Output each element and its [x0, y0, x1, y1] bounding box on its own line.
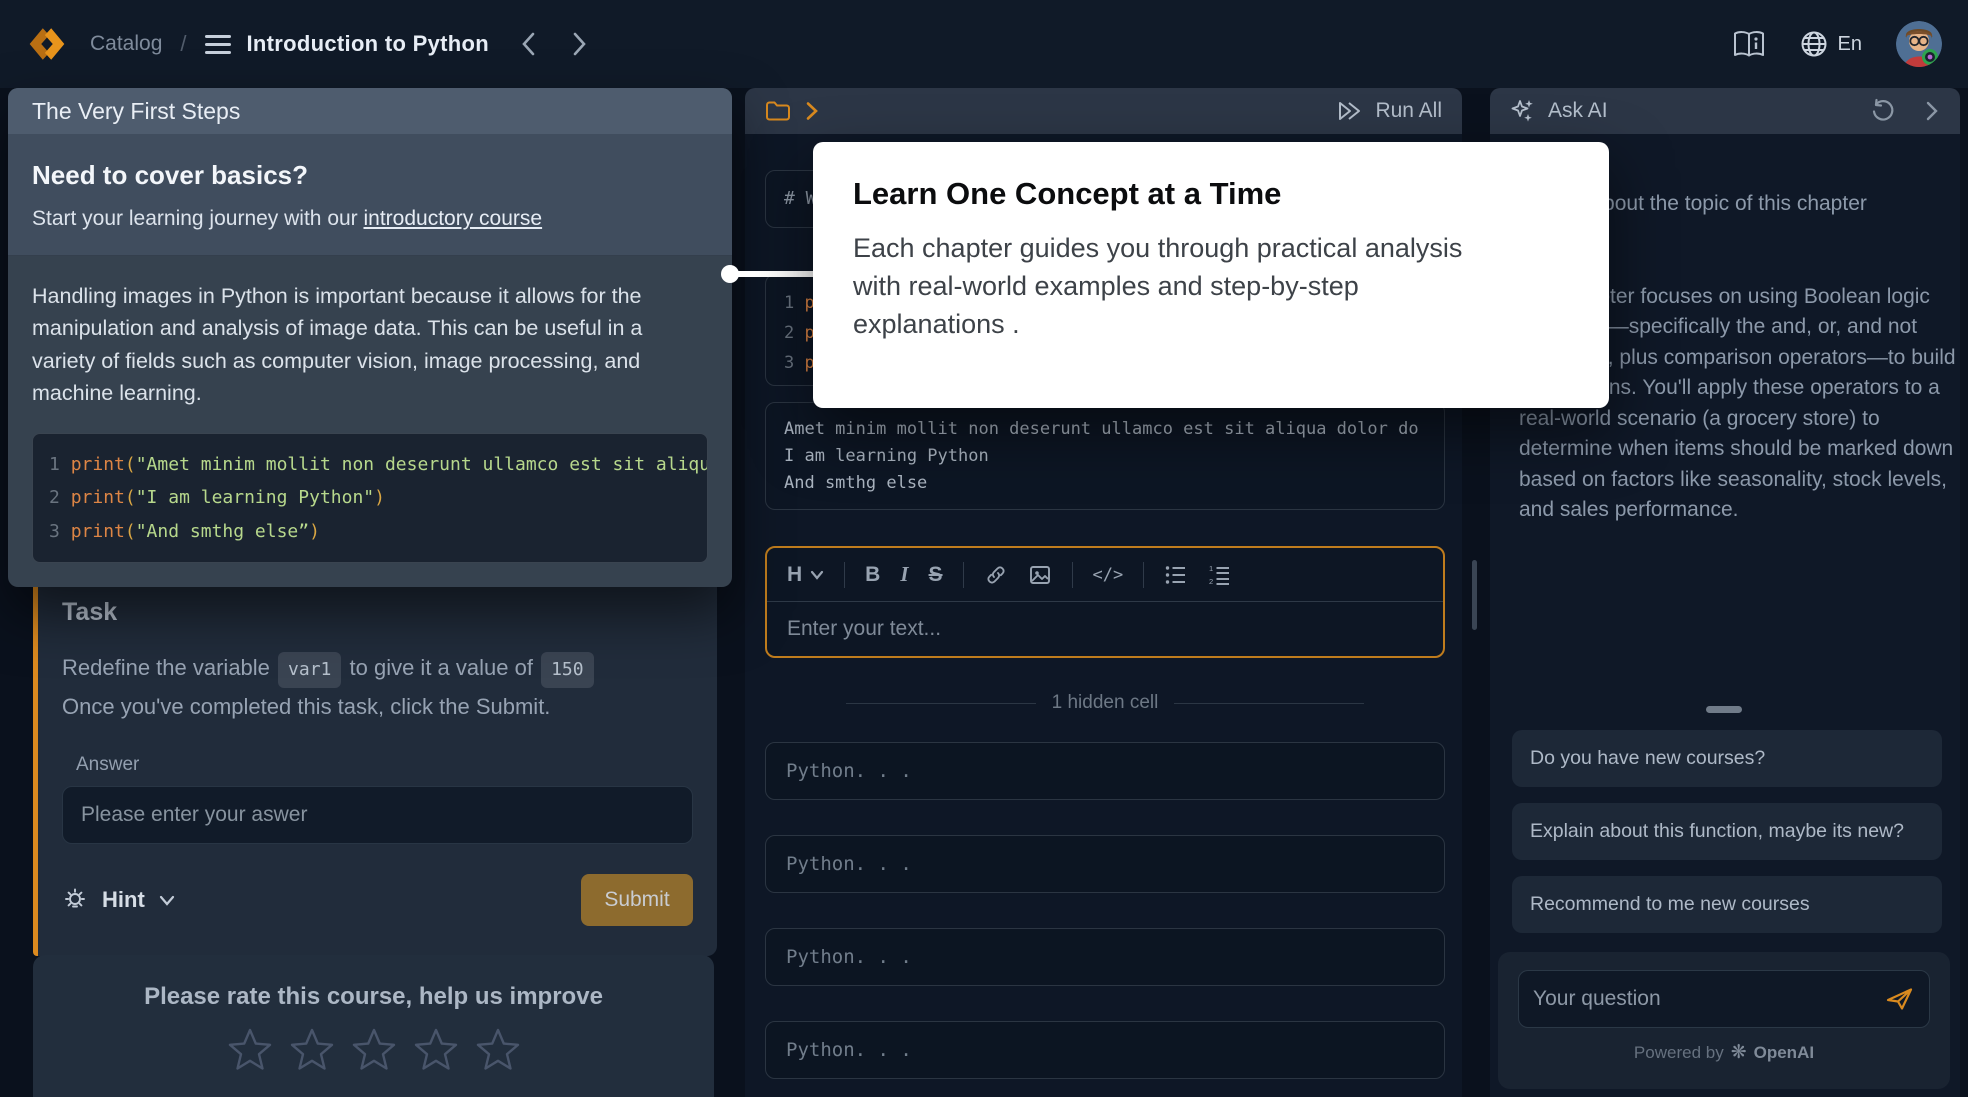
empty-python-cell[interactable]: Python. . . — [765, 742, 1445, 800]
avatar[interactable] — [1896, 21, 1942, 67]
output-line: And smthg else — [784, 470, 1426, 497]
ask-ai-header: Ask AI — [1490, 88, 1960, 134]
next-chapter-icon[interactable] — [569, 31, 589, 57]
svg-text:2: 2 — [1209, 577, 1213, 586]
rating-title: Please rate this course, help us improve — [33, 983, 714, 1011]
chapters-menu-icon[interactable] — [205, 35, 231, 54]
tooltip-connector-line — [728, 271, 816, 277]
star-icon[interactable] — [226, 1027, 274, 1073]
promo-banner: Need to cover basics? Start your learnin… — [8, 134, 732, 256]
task-card: Task Redefine the variable var1 to give … — [33, 572, 717, 956]
empty-python-cell[interactable]: Python. . . — [765, 928, 1445, 986]
introductory-course-link[interactable]: introductory course — [364, 207, 543, 230]
code-format-button[interactable]: </> — [1093, 565, 1124, 585]
text-editor: H B I S </> 12 — [765, 546, 1445, 658]
send-icon[interactable] — [1885, 986, 1915, 1012]
sparkles-icon — [1510, 98, 1536, 124]
suggestion-button[interactable]: Explain about this function, maybe its n… — [1512, 803, 1942, 860]
numbered-list-icon[interactable]: 12 — [1208, 564, 1232, 586]
run-all-label: Run All — [1375, 99, 1442, 123]
openai-label: OpenAI — [1754, 1043, 1814, 1063]
promo-text: Start your learning journey with our — [32, 207, 364, 230]
hint-label: Hint — [102, 887, 145, 913]
top-nav: Catalog / Introduction to Python — [0, 0, 1968, 88]
openai-logo-icon: ❋ — [1731, 1041, 1747, 1064]
submit-button[interactable]: Submit — [581, 874, 693, 926]
bold-button[interactable]: B — [865, 563, 880, 587]
empty-python-cell[interactable]: Python. . . — [765, 1021, 1445, 1079]
reset-chat-icon[interactable] — [1870, 98, 1896, 124]
editor-text-input[interactable] — [767, 602, 1443, 656]
star-icon[interactable] — [288, 1027, 336, 1073]
scrollbar[interactable] — [1472, 560, 1477, 630]
suggestion-button[interactable]: Do you have new courses? — [1512, 730, 1942, 787]
task-instruction: Redefine the variable var1 to give it a … — [62, 649, 693, 726]
chevron-down-icon — [159, 895, 175, 906]
strikethrough-button[interactable]: S — [929, 563, 943, 587]
app-screen: Catalog / Introduction to Python — [0, 0, 1968, 1097]
collapse-panel-icon[interactable] — [1924, 100, 1940, 122]
notebook-header: Run All — [745, 88, 1462, 134]
lightbulb-icon — [62, 887, 88, 913]
rating-card: Please rate this course, help us improve — [33, 955, 714, 1097]
empty-python-cell[interactable]: Python. . . — [765, 835, 1445, 893]
variable-chip: var1 — [278, 652, 341, 688]
popover-title: The Very First Steps — [8, 88, 732, 134]
tooltip-body: Each chapter guides you through practica… — [853, 230, 1473, 343]
lesson-paragraph: Handling images in Python is important b… — [32, 280, 708, 409]
course-title: Introduction to Python — [247, 31, 489, 57]
star-icon[interactable] — [350, 1027, 398, 1073]
output-line: Amet minim mollit non deserunt ullamco e… — [784, 416, 1426, 443]
drag-handle[interactable] — [1706, 706, 1742, 713]
heading-button[interactable]: H — [787, 563, 824, 587]
ai-input-footer: Powered by ❋ OpenAI — [1498, 952, 1950, 1089]
folder-icon[interactable] — [765, 100, 791, 122]
run-all-icon — [1337, 99, 1363, 123]
globe-icon — [1800, 30, 1828, 58]
breadcrumb-catalog[interactable]: Catalog — [90, 32, 162, 56]
chevron-down-icon — [810, 570, 824, 580]
path-chevron-icon — [805, 101, 819, 121]
ai-question-input[interactable] — [1533, 987, 1885, 1011]
rating-stars — [33, 1027, 714, 1073]
language-switcher[interactable]: En — [1800, 30, 1862, 58]
run-all-button[interactable]: Run All — [1337, 99, 1442, 123]
output-line: I am learning Python — [784, 443, 1426, 470]
tooltip-connector-dot — [721, 265, 739, 283]
output-cell: Amet minim mollit non deserunt ullamco e… — [765, 402, 1445, 510]
hidden-cell-divider[interactable]: 1 hidden cell — [765, 692, 1445, 714]
prev-chapter-icon[interactable] — [519, 31, 539, 57]
task-heading: Task — [62, 598, 693, 627]
lesson-code-block: 1 print("Amet minim mollit non deserunt … — [32, 433, 708, 563]
suggestion-button[interactable]: Recommend to me new courses — [1512, 876, 1942, 933]
powered-by: Powered by ❋ OpenAI — [1498, 1041, 1950, 1064]
onboarding-tooltip: Learn One Concept at a Time Each chapter… — [813, 142, 1609, 408]
ask-ai-title: Ask AI — [1548, 99, 1608, 123]
breadcrumb-separator: / — [180, 31, 186, 57]
star-icon[interactable] — [474, 1027, 522, 1073]
image-icon[interactable] — [1028, 563, 1052, 587]
answer-input[interactable] — [62, 786, 693, 844]
svg-text:1: 1 — [1209, 564, 1213, 573]
tooltip-title: Learn One Concept at a Time — [853, 176, 1569, 212]
editor-toolbar: H B I S </> 12 — [767, 548, 1443, 602]
lesson-popover: The Very First Steps Need to cover basic… — [8, 88, 732, 587]
star-icon[interactable] — [412, 1027, 460, 1073]
hidden-cell-label: 1 hidden cell — [1052, 692, 1159, 714]
app-logo-icon[interactable] — [26, 23, 68, 65]
link-icon[interactable] — [984, 563, 1008, 587]
docs-book-icon[interactable] — [1732, 30, 1766, 58]
value-chip: 150 — [541, 652, 594, 688]
promo-title: Need to cover basics? — [32, 160, 708, 191]
italic-button[interactable]: I — [900, 562, 908, 587]
bullet-list-icon[interactable] — [1164, 564, 1188, 586]
answer-label: Answer — [76, 754, 693, 776]
hint-button[interactable]: Hint — [62, 887, 175, 913]
language-label: En — [1838, 33, 1862, 56]
